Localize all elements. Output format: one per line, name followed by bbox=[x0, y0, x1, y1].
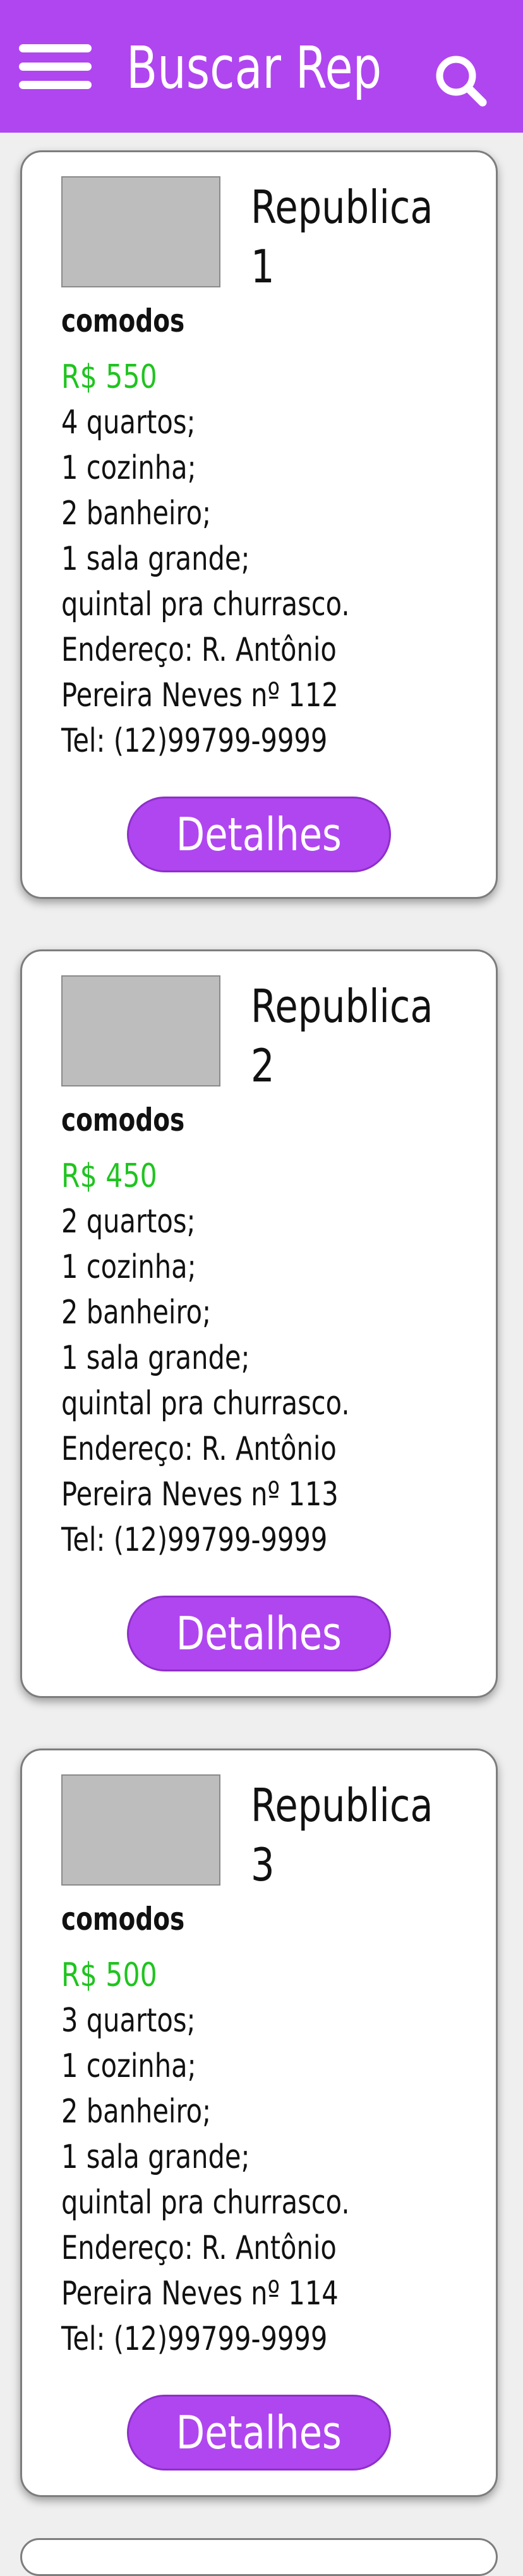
detail-line: Endereço: R. Antônio bbox=[61, 631, 337, 669]
rooms-label: comodos bbox=[61, 1102, 185, 1138]
detail-line: 1 cozinha; bbox=[61, 1248, 196, 1286]
detail-line: Endereço: R. Antônio bbox=[61, 1430, 337, 1468]
listing-photo-placeholder bbox=[61, 1774, 220, 1886]
detail-line: quintal pra churrasco. bbox=[61, 2184, 350, 2222]
listing-card: Republica 2 comodos R$ 450 2 quartos; 1 … bbox=[20, 949, 498, 1698]
detail-line: Tel: (12)99799-9999 bbox=[61, 2320, 328, 2358]
listing-price: R$ 550 bbox=[61, 358, 157, 396]
detail-line: quintal pra churrasco. bbox=[61, 1385, 350, 1423]
detail-line: 1 cozinha; bbox=[61, 2047, 196, 2085]
detail-line: 3 quartos; bbox=[61, 2002, 196, 2040]
detail-line: 1 sala grande; bbox=[61, 1339, 250, 1377]
listing-photo-placeholder bbox=[61, 176, 220, 287]
details-button-label: Detalhes bbox=[176, 1607, 342, 1660]
detail-line: Pereira Neves nº 114 bbox=[61, 2275, 339, 2313]
search-icon[interactable] bbox=[430, 51, 493, 107]
detail-line: 1 sala grande; bbox=[61, 540, 250, 578]
next-listing-card-edge bbox=[20, 2538, 498, 2576]
details-button[interactable]: Detalhes bbox=[127, 797, 391, 872]
detail-line: 2 banheiro; bbox=[61, 1294, 212, 1332]
detail-line: Endereço: R. Antônio bbox=[61, 2229, 337, 2267]
details-button[interactable]: Detalhes bbox=[127, 2395, 391, 2471]
detail-line: 4 quartos; bbox=[61, 404, 196, 442]
listing-photo-placeholder bbox=[61, 975, 220, 1086]
listing-name: Republica 1 bbox=[251, 181, 433, 293]
detail-line: 1 sala grande; bbox=[61, 2138, 250, 2176]
details-button[interactable]: Detalhes bbox=[127, 1596, 391, 1671]
listing-card: Republica 3 comodos R$ 500 3 quartos; 1 … bbox=[20, 1748, 498, 2497]
app-title: Buscar Rep bbox=[126, 34, 382, 102]
detail-line: quintal pra churrasco. bbox=[61, 586, 350, 623]
listing-name: Republica 2 bbox=[251, 980, 433, 1092]
detail-line: 2 banheiro; bbox=[61, 2093, 212, 2131]
hamburger-menu-icon[interactable] bbox=[19, 44, 92, 90]
listing-name: Republica 3 bbox=[251, 1779, 433, 1891]
listing-card: Republica 1 comodos R$ 550 4 quartos; 1 … bbox=[20, 150, 498, 899]
details-button-label: Detalhes bbox=[176, 808, 342, 861]
detail-line: Tel: (12)99799-9999 bbox=[61, 722, 328, 760]
detail-line: 1 cozinha; bbox=[61, 449, 196, 487]
details-button-label: Detalhes bbox=[176, 2406, 342, 2459]
listing-price: R$ 450 bbox=[61, 1157, 157, 1195]
app-bar: Buscar Rep bbox=[0, 0, 523, 133]
detail-line: Tel: (12)99799-9999 bbox=[61, 1521, 328, 1559]
listing-price: R$ 500 bbox=[61, 1956, 157, 1994]
rooms-label: comodos bbox=[61, 303, 185, 339]
rooms-label: comodos bbox=[61, 1901, 185, 1937]
detail-line: Pereira Neves nº 113 bbox=[61, 1476, 339, 1514]
detail-line: 2 banheiro; bbox=[61, 495, 212, 533]
detail-line: Pereira Neves nº 112 bbox=[61, 677, 339, 714]
detail-line: 2 quartos; bbox=[61, 1203, 196, 1241]
